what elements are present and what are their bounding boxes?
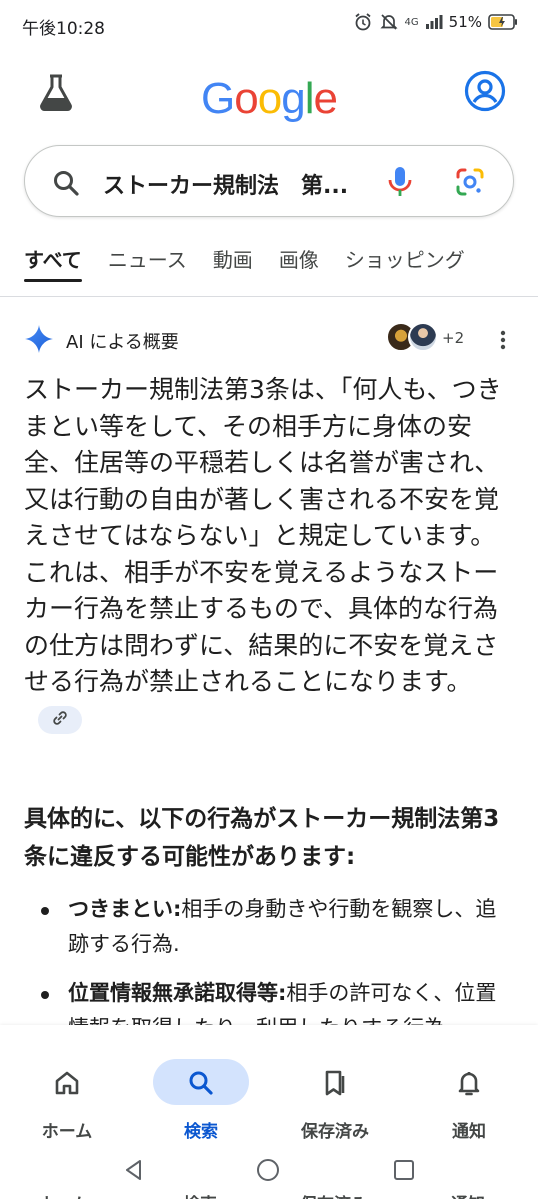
nav-notifications[interactable]: 通知 [402, 1025, 536, 1150]
recents-square-icon[interactable] [392, 1158, 416, 1186]
ai-overview-title: AI による概要 [66, 332, 179, 353]
signal-icon [425, 14, 443, 30]
link-icon [51, 701, 69, 738]
tab-videos[interactable]: 動画 [213, 240, 253, 288]
ghost-label: 保存済み [300, 1190, 368, 1199]
tab-all[interactable]: すべて [24, 240, 82, 288]
home-circle-icon[interactable] [256, 1158, 280, 1186]
nav-search[interactable]: 検索 [134, 1025, 268, 1150]
ai-overview-body: ストーカー規制法第3条は、「何人も、つきまとい等をして、その相手方に身体の安全、… [24, 372, 516, 737]
search-tabs: すべて ニュース 動画 画像 ショッピング [0, 240, 538, 288]
tab-images[interactable]: 画像 [279, 240, 319, 288]
network-type: 4G [404, 16, 419, 28]
logo-letter: g [281, 74, 306, 123]
search-icon [51, 168, 81, 202]
logo-letter: G [201, 74, 235, 123]
nav-label: 通知 [452, 1122, 486, 1142]
nav-saved[interactable]: 保存済み [268, 1025, 402, 1150]
alarm-icon [353, 12, 373, 32]
nav-label: 保存済み [301, 1122, 369, 1142]
google-logo: Google [0, 74, 538, 124]
logo-letter: e [313, 74, 338, 123]
bullet-term: 位置情報無承諾取得等: [68, 981, 287, 1005]
tab-news[interactable]: ニュース [108, 240, 187, 288]
search-query[interactable]: ストーカー規制法 第... [103, 168, 373, 200]
more-vert-icon[interactable] [500, 330, 506, 354]
list-item: つきまとい:相手の身動きや行動を観察し、追跡する行為. [24, 892, 516, 962]
status-bar: 午後10:28 4G 51% [0, 0, 538, 50]
microphone-icon[interactable] [387, 165, 413, 203]
battery-level: 51% [448, 13, 482, 31]
bell-icon [455, 1069, 483, 1101]
more-sources-count[interactable]: +2 [442, 329, 464, 347]
google-lens-icon[interactable] [455, 167, 485, 201]
source-link-chip[interactable] [38, 705, 82, 734]
logo-letter: o [234, 74, 259, 123]
ghost-label: 検索 [183, 1190, 217, 1199]
nav-label: ホーム [41, 1122, 93, 1142]
battery-icon [488, 14, 518, 30]
account-icon[interactable] [464, 70, 506, 112]
logo-letter: o [257, 74, 283, 123]
status-icons: 4G 51% [353, 12, 518, 32]
saved-icon [321, 1069, 349, 1101]
nav-home[interactable]: ホーム [0, 1025, 134, 1150]
status-time: 午後10:28 [22, 19, 105, 39]
ai-overview-text: ストーカー規制法第3条は、「何人も、つきまとい等をして、その相手方に身体の安全、… [24, 375, 502, 696]
bottom-nav-label-reflection: ホーム 検索 保存済み 通知 [0, 1190, 538, 1199]
tabs-divider [0, 296, 538, 297]
back-icon[interactable] [122, 1158, 146, 1186]
ai-sparkle-icon [24, 324, 54, 358]
bullet-term: つきまとい: [68, 897, 182, 921]
tab-shopping[interactable]: ショッピング [345, 240, 465, 288]
ai-overview-header: AI による概要 +2 [24, 320, 518, 360]
bottom-navigation: ホーム 検索 保存済み 通知 [0, 1025, 538, 1150]
ghost-label: 通知 [451, 1190, 485, 1199]
search-icon [187, 1069, 215, 1101]
home-icon [53, 1069, 81, 1101]
nav-label: 検索 [184, 1122, 218, 1142]
source-avatar[interactable] [408, 322, 438, 352]
search-bar[interactable]: ストーカー規制法 第... [24, 145, 514, 217]
ai-overview-subheading: 具体的に、以下の行為がストーカー規制法第3条に違反する可能性があります: [24, 806, 500, 870]
ghost-label: ホーム [38, 1190, 89, 1199]
logo-letter: l [304, 74, 315, 123]
mute-bell-icon [379, 12, 399, 32]
